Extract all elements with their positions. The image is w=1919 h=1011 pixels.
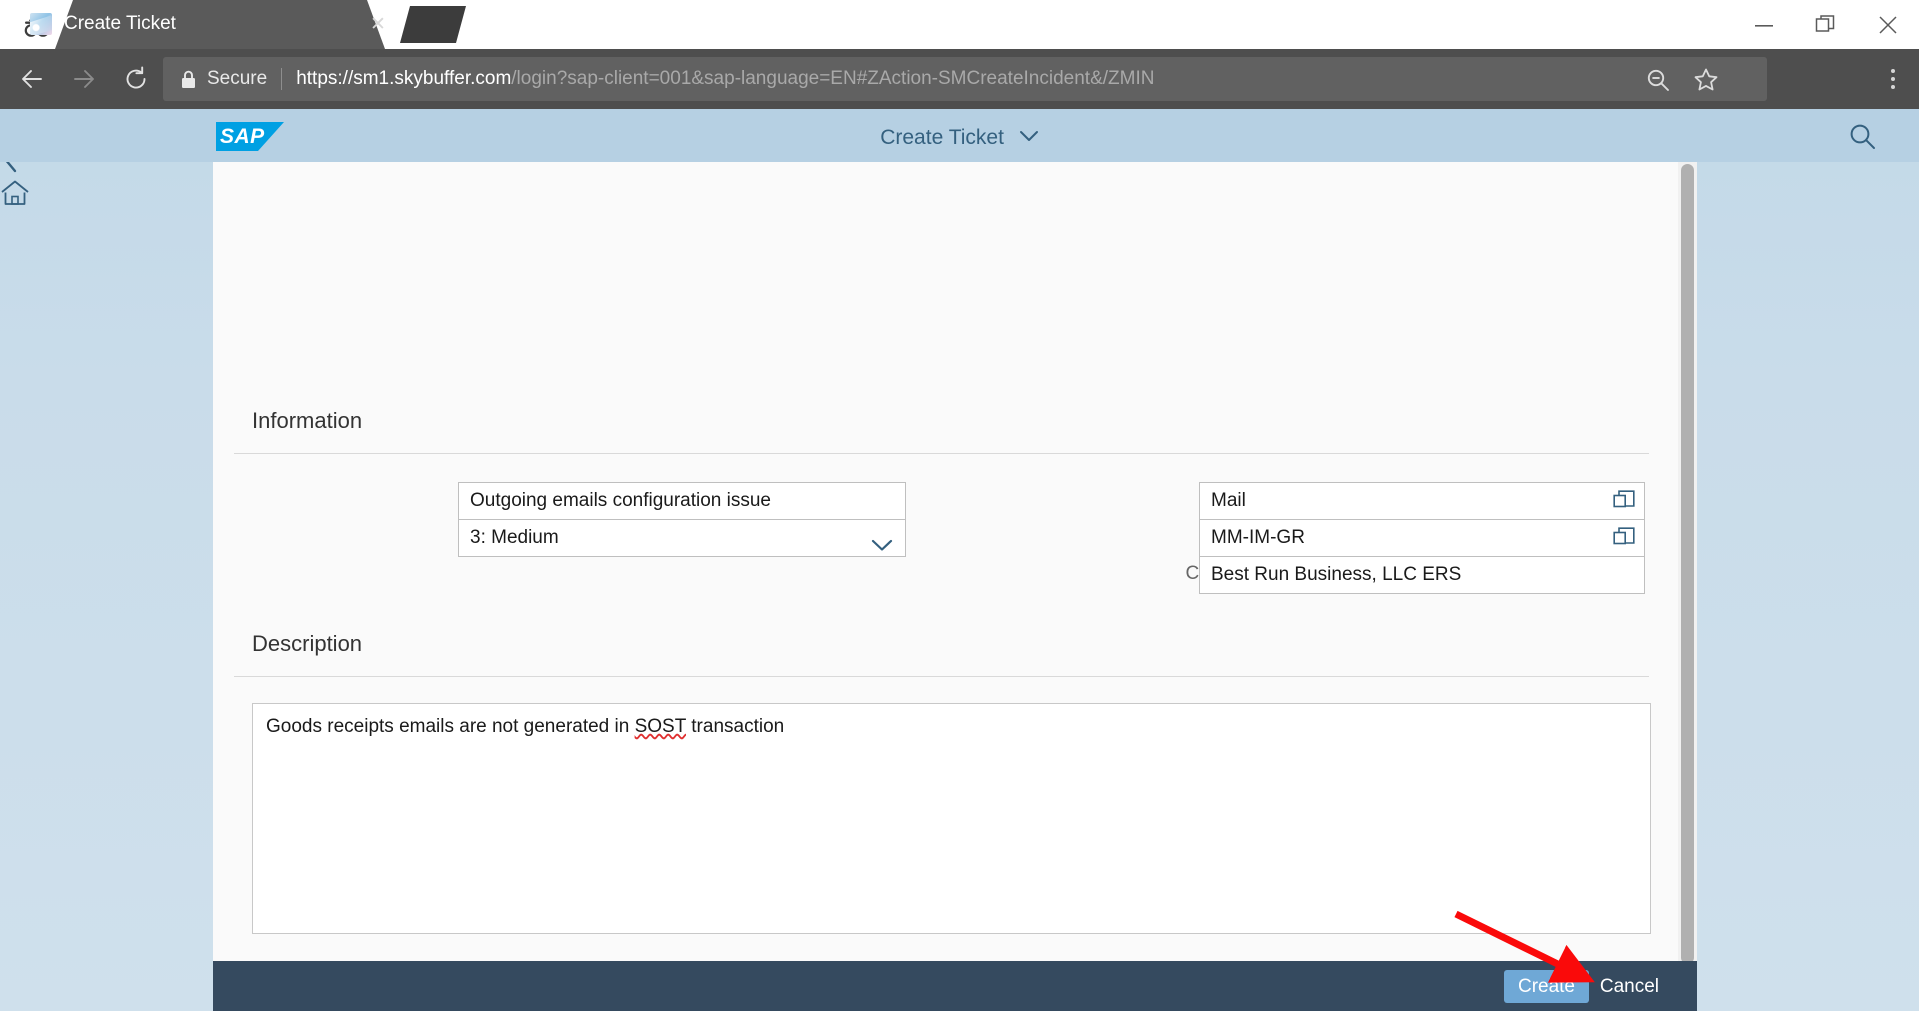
- reload-button[interactable]: [110, 49, 162, 109]
- section-divider-information: [234, 453, 1649, 454]
- create-button[interactable]: Create: [1503, 970, 1589, 1003]
- url-path: /login?sap-client=001&sap-language=EN#ZA…: [511, 68, 1155, 89]
- section-title-information: Information: [252, 408, 363, 433]
- browser-title-bar: Create Ticket ✕: [0, 0, 1919, 49]
- address-bar[interactable]: Secure https://sm1.skybuffer.com/login?s…: [163, 57, 1767, 101]
- chrome-menu-icon[interactable]: [1873, 59, 1913, 99]
- app-content-card: Information *Title: Outgoing emails conf…: [213, 162, 1697, 1011]
- description-text-after: transaction: [686, 716, 785, 737]
- window-maximize-button[interactable]: [1795, 0, 1857, 49]
- shell-page-title-text: Create Ticket: [880, 126, 1004, 149]
- page-background: SAP Create Ticket Information *Title: Ou…: [0, 109, 1919, 1011]
- scrollbar-thumb[interactable]: [1681, 164, 1694, 964]
- shell-page-title[interactable]: Create Ticket: [0, 122, 1919, 152]
- description-misspelled-word: SOST: [634, 716, 686, 737]
- description-text: Goods receipts emails are not generated …: [266, 714, 784, 740]
- section-divider-description: [234, 676, 1649, 677]
- title-input[interactable]: Outgoing emails configuration issue: [458, 482, 906, 520]
- value-help-icon[interactable]: [1613, 490, 1635, 517]
- cancel-button[interactable]: Cancel: [1594, 970, 1665, 1003]
- home-icon[interactable]: [0, 179, 32, 212]
- configuration-item-input[interactable]: Best Run Business, LLC ERS: [1199, 556, 1645, 594]
- content-scrollbar[interactable]: [1678, 162, 1697, 1011]
- bookmark-star-icon[interactable]: [1693, 67, 1719, 98]
- component-input[interactable]: MM-IM-GR: [1199, 519, 1645, 557]
- tab-title: Create Ticket: [64, 13, 176, 34]
- priority-select[interactable]: 3: Medium: [458, 519, 906, 557]
- zoom-icon[interactable]: [1645, 67, 1671, 98]
- secure-label: Secure: [207, 68, 268, 89]
- window-close-button[interactable]: [1857, 0, 1919, 49]
- priority-select-value: 3: Medium: [470, 527, 559, 548]
- tab-close-icon[interactable]: ✕: [367, 14, 389, 36]
- url-host: https://sm1.skybuffer.com: [296, 68, 512, 89]
- tab-favicon: [30, 13, 52, 35]
- lock-icon: [181, 70, 196, 89]
- section-title-description: Description: [252, 631, 363, 656]
- forward-button[interactable]: [58, 49, 110, 109]
- description-textarea[interactable]: Goods receipts emails are not generated …: [252, 703, 1651, 934]
- new-tab-stub[interactable]: [400, 6, 466, 43]
- footer-action-bar: Create Cancel: [213, 961, 1697, 1011]
- back-button[interactable]: [6, 49, 58, 109]
- omnibox-separator: [281, 68, 283, 90]
- category-input[interactable]: Mail: [1199, 482, 1645, 520]
- chevron-down-icon: [871, 529, 893, 565]
- search-icon[interactable]: [1847, 121, 1877, 151]
- chevron-down-icon: [1019, 122, 1039, 150]
- value-help-icon[interactable]: [1613, 527, 1635, 554]
- url-text: https://sm1.skybuffer.com/login?sap-clie…: [296, 68, 1154, 90]
- description-text-before: Goods receipts emails are not generated …: [266, 716, 635, 737]
- window-minimize-button[interactable]: [1733, 0, 1795, 49]
